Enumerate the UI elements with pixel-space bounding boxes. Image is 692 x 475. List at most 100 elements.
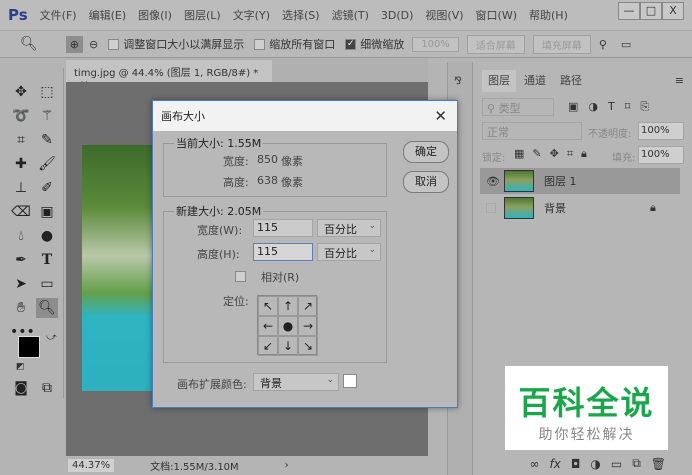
menu-select[interactable]: 选择(S)	[282, 7, 320, 23]
move-tool-icon[interactable]: ✥	[10, 82, 32, 102]
path-select-icon[interactable]: ➤	[10, 274, 32, 294]
extension-color-select[interactable]: 背景 ⌄	[253, 373, 339, 391]
history-brush-icon[interactable]: ✐	[36, 178, 58, 198]
tab-paths[interactable]: 路径	[554, 70, 588, 92]
anchor-ne[interactable]: ↗	[298, 296, 318, 316]
tab-channels[interactable]: 通道	[518, 70, 552, 92]
ok-button[interactable]: 确定	[403, 141, 449, 163]
type-filter-icon[interactable]: T	[608, 100, 615, 114]
menu-3d[interactable]: 3D(D)	[381, 9, 414, 22]
panel-menu-icon[interactable]: ≡	[675, 74, 684, 87]
new-group-icon[interactable]: ▭	[611, 457, 622, 471]
marquee-tool-icon[interactable]: ⬚	[36, 82, 58, 102]
new-height-input[interactable]: 115	[253, 243, 313, 261]
fill-screen-button[interactable]: 填充屏幕	[532, 34, 591, 54]
quick-mask-icon[interactable]: ◙	[10, 378, 32, 398]
anchor-sw[interactable]: ↙	[258, 336, 278, 356]
fx-icon[interactable]: fx	[550, 457, 561, 471]
default-colors-icon[interactable]: ◩	[16, 362, 25, 372]
magic-wand-icon[interactable]: ⚚	[36, 106, 58, 126]
add-mask-icon[interactable]: ◘	[571, 457, 581, 471]
lasso-tool-icon[interactable]: ➰	[10, 106, 32, 126]
blur-tool-icon[interactable]: 💧︎	[10, 226, 32, 246]
link-layers-icon[interactable]: ∞	[530, 457, 540, 471]
menu-filter[interactable]: 滤镜(T)	[332, 7, 369, 23]
crop-tool-icon[interactable]: ⌗	[10, 130, 32, 150]
menu-layer[interactable]: 图层(L)	[184, 7, 221, 23]
extension-color-swatch[interactable]	[343, 374, 357, 388]
close-window-button[interactable]: X	[662, 2, 684, 20]
pen-tool-icon[interactable]: ✒	[10, 250, 32, 270]
stamp-tool-icon[interactable]: ⊥	[10, 178, 32, 198]
fill-input[interactable]: 100%	[638, 146, 684, 164]
relative-checkbox[interactable]	[235, 271, 246, 282]
dialog-close-icon[interactable]: ✕	[434, 107, 447, 125]
menu-help[interactable]: 帮助(H)	[529, 7, 568, 23]
rectangle-tool-icon[interactable]: ▭	[36, 274, 58, 294]
fit-screen-button[interactable]: 适合屏幕	[466, 34, 525, 54]
maximize-button[interactable]: □	[640, 2, 662, 20]
history-icon[interactable]: ⅋	[454, 76, 466, 87]
menu-image[interactable]: 图像(I)	[138, 7, 172, 23]
anchor-se[interactable]: ↘	[298, 336, 318, 356]
anchor-center[interactable]: ●	[278, 316, 298, 336]
menu-edit[interactable]: 编辑(E)	[89, 7, 127, 23]
visibility-eye-icon[interactable]: 👁︎	[486, 175, 500, 188]
new-width-input[interactable]: 115	[253, 219, 313, 237]
status-menu-arrow[interactable]: ›	[285, 460, 289, 471]
layer-filter-select[interactable]: ⚲ 类型	[482, 98, 554, 116]
type-tool-icon[interactable]: T	[36, 250, 58, 270]
zoom-in-icon[interactable]: ⊕	[65, 35, 83, 53]
eraser-tool-icon[interactable]: ⌫	[10, 202, 32, 222]
pixel-filter-icon[interactable]: ▣	[568, 100, 578, 114]
blend-mode-select[interactable]: 正常	[482, 122, 582, 140]
minimize-button[interactable]: —	[618, 2, 640, 20]
zoom-tool-selected-icon[interactable]: 🔍︎	[36, 298, 58, 318]
cancel-button[interactable]: 取消	[403, 171, 449, 193]
dodge-tool-icon[interactable]: ●	[36, 226, 58, 246]
zoom-100-button[interactable]: 100%	[412, 36, 459, 52]
lock-artboard-icon[interactable]: ⌗	[567, 147, 573, 161]
height-unit-select[interactable]: 百分比 ⌄	[317, 243, 381, 261]
gradient-tool-icon[interactable]: ▣	[36, 202, 58, 222]
workspace-icon[interactable]: ▭	[621, 38, 631, 51]
menu-view[interactable]: 视图(V)	[425, 7, 463, 23]
document-tab[interactable]: timg.jpg @ 44.4% (图层 1, RGB/8#) * ×	[66, 60, 272, 90]
adjustment-filter-icon[interactable]: ◑	[588, 100, 598, 114]
anchor-s[interactable]: ↓	[278, 336, 298, 356]
trash-icon[interactable]: 🗑︎	[651, 457, 666, 471]
zoom-level[interactable]: 44.37%	[68, 459, 115, 472]
resize-windows-checkbox[interactable]	[108, 38, 120, 50]
layer-row[interactable]: 背景 🔒︎	[480, 195, 680, 221]
anchor-w[interactable]: ←	[258, 316, 278, 336]
tab-layers[interactable]: 图层	[482, 70, 516, 92]
width-unit-select[interactable]: 百分比 ⌄	[317, 219, 381, 237]
lock-pixels-icon[interactable]: ✎	[532, 147, 541, 161]
zoom-tool-icon[interactable]: 🔍︎	[20, 36, 38, 52]
anchor-nw[interactable]: ↖	[258, 296, 278, 316]
anchor-n[interactable]: ↑	[278, 296, 298, 316]
search-icon[interactable]: ⚲	[599, 38, 607, 51]
zoom-out-icon[interactable]: ⊖	[89, 38, 98, 51]
lock-position-icon[interactable]: ✥	[550, 147, 559, 161]
swap-colors-icon[interactable]: ⤻	[46, 332, 57, 343]
shape-filter-icon[interactable]: ⌑	[625, 100, 631, 114]
new-layer-icon[interactable]: ⧉	[632, 456, 641, 471]
layer-row[interactable]: 👁︎ 图层 1	[480, 168, 680, 194]
anchor-e[interactable]: →	[298, 316, 318, 336]
adjustment-layer-icon[interactable]: ◑	[590, 457, 600, 471]
screen-mode-icon[interactable]: ⧉	[36, 378, 58, 398]
foreground-color-swatch[interactable]	[18, 336, 40, 358]
visibility-toggle[interactable]	[486, 203, 496, 213]
opacity-input[interactable]: 100%	[638, 122, 684, 140]
lock-all-icon[interactable]: 🔒︎	[581, 147, 587, 161]
smart-object-filter-icon[interactable]: ⎘	[640, 100, 649, 114]
healing-brush-icon[interactable]: ✚	[10, 154, 32, 174]
zoom-all-checkbox[interactable]	[254, 38, 266, 50]
menu-window[interactable]: 窗口(W)	[476, 7, 517, 23]
scrubby-zoom-checkbox[interactable]: ✓	[345, 38, 357, 50]
hand-tool-icon[interactable]: ✋︎	[10, 298, 32, 318]
brush-tool-icon[interactable]: 🖌︎	[36, 154, 58, 174]
eyedropper-icon[interactable]: ✎	[36, 130, 58, 150]
lock-transparent-icon[interactable]: ▦	[514, 147, 524, 161]
